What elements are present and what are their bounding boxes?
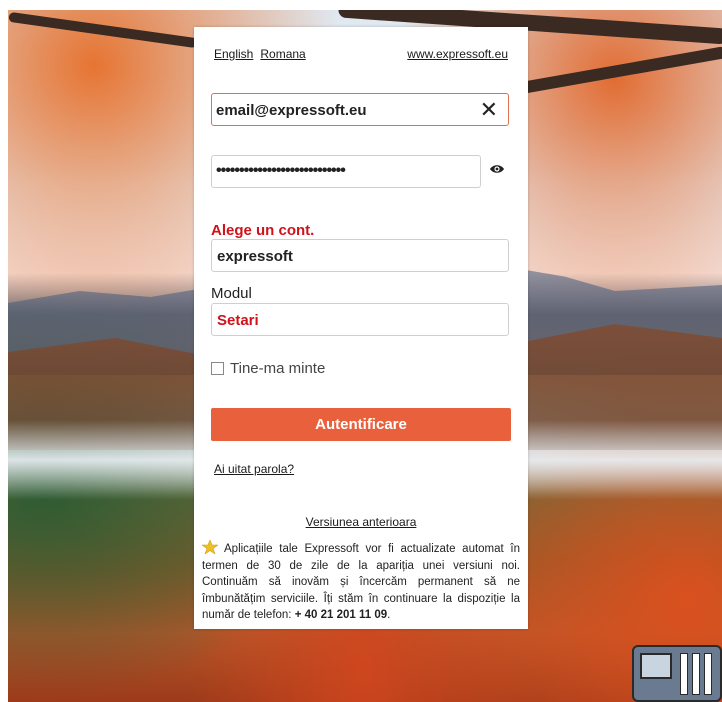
email-field[interactable]: email@expressoft.eu ✕ <box>211 93 509 126</box>
account-value: expressoft <box>217 248 293 265</box>
notice-phone: + 40 21 201 11 09 <box>294 609 388 621</box>
login-button[interactable]: Autentificare <box>211 408 511 441</box>
eye-icon[interactable] <box>489 161 505 177</box>
top-links: English Romana www.expressoft.eu <box>214 47 510 61</box>
lang-english-link[interactable]: English <box>214 47 253 61</box>
tree-branch <box>8 11 198 49</box>
account-label: Alege un cont. <box>211 222 315 239</box>
tree-branch <box>508 45 722 97</box>
star-icon <box>202 540 218 554</box>
modul-select[interactable]: Setari <box>211 303 509 336</box>
website-link[interactable]: www.expressoft.eu <box>407 47 508 61</box>
update-notice: Aplicațiile tale Expressoft vor fi actua… <box>202 540 520 624</box>
remember-checkbox[interactable] <box>211 362 224 375</box>
remember-me[interactable]: Tine-ma minte <box>211 360 325 377</box>
password-value: •••••••••••••••••••••••••••• <box>216 162 346 179</box>
truck-mascot <box>632 645 722 702</box>
modul-label: Modul <box>211 285 252 302</box>
previous-version-link[interactable]: Versiunea anterioara <box>194 515 528 529</box>
notice-end: . <box>387 609 391 621</box>
close-icon[interactable]: ✕ <box>480 97 498 123</box>
account-select[interactable]: expressoft <box>211 239 509 272</box>
forgot-password-link[interactable]: Ai uitat parola? <box>214 462 294 476</box>
modul-value: Setari <box>217 312 259 329</box>
login-panel: English Romana www.expressoft.eu email@ex… <box>194 27 528 629</box>
lang-romana-link[interactable]: Romana <box>260 47 305 61</box>
remember-label: Tine-ma minte <box>230 360 326 377</box>
password-field[interactable]: •••••••••••••••••••••••••••• <box>211 155 481 188</box>
email-value: email@expressoft.eu <box>216 102 367 119</box>
